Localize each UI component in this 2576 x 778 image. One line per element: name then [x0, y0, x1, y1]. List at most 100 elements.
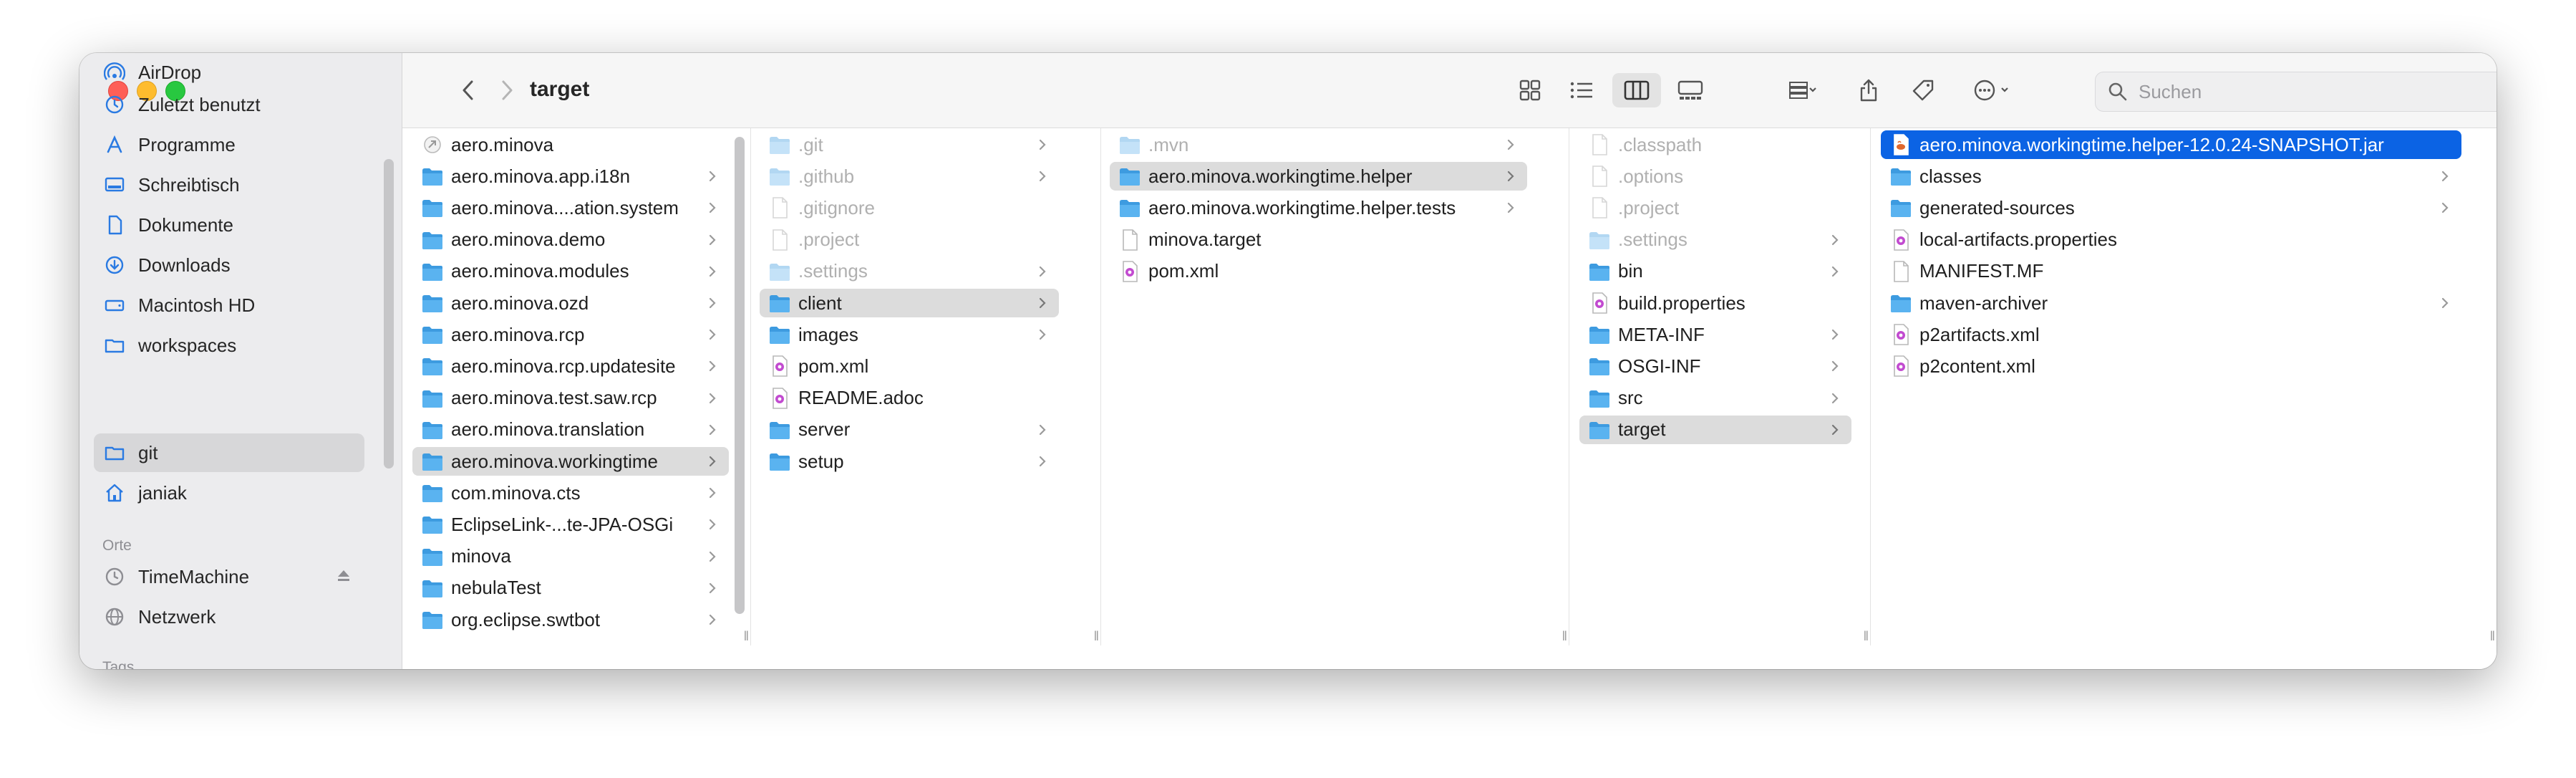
folder-item[interactable]: aero.minova.workingtime: [412, 447, 729, 476]
sidebar-item-downloads[interactable]: Downloads: [94, 246, 364, 284]
file-item[interactable]: aero.minova.workingtime.helper-12.0.24-S…: [1881, 130, 2461, 159]
file-item[interactable]: minova.target: [1110, 226, 1527, 254]
folder-item[interactable]: org.eclipse.swtbot: [412, 605, 729, 634]
column-scrollbar[interactable]: [735, 137, 745, 614]
folder-item[interactable]: aero.minova.demo: [412, 226, 729, 254]
folder-item[interactable]: .git: [760, 130, 1059, 159]
folder-icon: [1589, 231, 1609, 249]
file-item[interactable]: MANIFEST.MF: [1881, 257, 2461, 286]
sidebar-item-workspaces[interactable]: workspaces: [94, 326, 364, 365]
column-resize-handle[interactable]: ‖: [1864, 629, 1869, 644]
file-item[interactable]: pom.xml: [1110, 257, 1527, 286]
sidebar-item-macintosh-hd[interactable]: Macintosh HD: [94, 286, 364, 325]
item-name: aero.minova.workingtime.helper-12.0.24-S…: [1919, 133, 2384, 155]
file-item[interactable]: .project: [760, 226, 1059, 254]
file-item[interactable]: p2content.xml: [1881, 352, 2461, 380]
folder-item[interactable]: aero.minova....ation.system: [412, 193, 729, 222]
folder-icon: [105, 339, 125, 353]
folder-item[interactable]: com.minova.cts: [412, 479, 729, 507]
folder-item[interactable]: bin: [1579, 257, 1851, 286]
sidebar-item-desktop[interactable]: Schreibtisch: [94, 165, 364, 204]
file-item[interactable]: .gitignore: [760, 193, 1059, 222]
folder-item[interactable]: aero.minova.workingtime.helper.tests: [1110, 193, 1527, 222]
back-button[interactable]: [452, 75, 484, 106]
column-view-button[interactable]: [1612, 73, 1661, 107]
sidebar-item-applications[interactable]: Programme: [94, 125, 364, 164]
folder-item[interactable]: generated-sources: [1881, 193, 2461, 222]
folder-item[interactable]: EclipseLink-...te-JPA-OSGi: [412, 510, 729, 539]
folder-item[interactable]: setup: [760, 447, 1059, 476]
icon-view-button[interactable]: [1508, 73, 1552, 107]
folder-item[interactable]: server: [760, 416, 1059, 444]
sidebar-item-documents[interactable]: Dokumente: [94, 206, 364, 244]
apps-icon: [107, 135, 122, 153]
folder-item[interactable]: client: [760, 289, 1059, 317]
share-button[interactable]: [1849, 73, 1889, 107]
sidebar-item-network[interactable]: Netzwerk: [94, 597, 364, 636]
list-view-button[interactable]: [1559, 73, 1604, 107]
forward-button[interactable]: [491, 75, 523, 106]
tags-button[interactable]: [1903, 73, 1943, 107]
file-item[interactable]: .project: [1579, 193, 1851, 222]
chevron-right-icon: [1831, 330, 1839, 340]
column-resize-handle[interactable]: ‖: [1562, 629, 1567, 644]
folder-item[interactable]: aero.minova.modules: [412, 257, 729, 286]
folder-icon: [1589, 327, 1609, 345]
file-item[interactable]: aero.minova: [412, 130, 729, 159]
file-item[interactable]: .classpath: [1579, 130, 1851, 159]
file-item[interactable]: local-artifacts.properties: [1881, 226, 2461, 254]
more-actions-button[interactable]: [1963, 73, 2023, 107]
search-field[interactable]: [2095, 72, 2497, 112]
column-resize-handle[interactable]: ‖: [2490, 629, 2495, 644]
folder-item[interactable]: classes: [1881, 162, 2461, 191]
folder-item[interactable]: minova: [412, 542, 729, 571]
folder-icon: [105, 446, 125, 461]
file-item[interactable]: .options: [1579, 162, 1851, 191]
folder-item[interactable]: target: [1579, 415, 1851, 444]
folder-icon: [1120, 168, 1140, 186]
chevron-right-icon: [709, 582, 716, 593]
item-name: README.adoc: [798, 387, 924, 409]
folder-item[interactable]: aero.minova.app.i18n: [412, 162, 729, 191]
column-resize-handle[interactable]: ‖: [1094, 629, 1099, 644]
sidebar-item-timemachine[interactable]: TimeMachine: [94, 557, 364, 596]
folder-item[interactable]: aero.minova.workingtime.helper: [1110, 162, 1527, 191]
folder-item[interactable]: .settings: [760, 257, 1059, 286]
folder-item[interactable]: .mvn: [1110, 130, 1527, 159]
gallery-view-button[interactable]: [1668, 73, 1713, 107]
sidebar-item-janiak[interactable]: janiak: [94, 474, 364, 512]
folder-item[interactable]: aero.minova.ozd: [412, 289, 729, 317]
folder-item[interactable]: nebulaTest: [412, 574, 729, 602]
eject-icon[interactable]: [336, 567, 352, 583]
folder-item[interactable]: images: [760, 320, 1059, 349]
chevron-right-icon: [709, 456, 716, 467]
group-by-button[interactable]: [1773, 73, 1833, 107]
column-5: aero.minova.workingtime.helper-12.0.24-S…: [1871, 128, 2497, 645]
sidebar-scrollbar[interactable]: [384, 159, 394, 469]
search-input[interactable]: [2137, 80, 2497, 104]
folder-item[interactable]: aero.minova.rcp.updatesite: [412, 352, 729, 380]
item-name: setup: [798, 450, 844, 472]
file-item[interactable]: p2artifacts.xml: [1881, 320, 2461, 349]
folder-item[interactable]: .github: [760, 162, 1059, 191]
folder-item[interactable]: META-INF: [1579, 320, 1851, 349]
folder-item[interactable]: maven-archiver: [1881, 289, 2461, 317]
file-item[interactable]: build.properties: [1579, 289, 1851, 317]
item-name: .project: [1618, 196, 1680, 218]
chevron-right-icon: [502, 80, 513, 100]
folder-item[interactable]: src: [1579, 384, 1851, 413]
folder-item[interactable]: OSGI-INF: [1579, 352, 1851, 380]
column-1: aero.minova aero.minova.app.i18n aero.mino…: [402, 128, 751, 645]
file-item[interactable]: README.adoc: [760, 384, 1059, 413]
item-name: aero.minova.rcp: [451, 323, 585, 345]
grid-icon: [1519, 80, 1541, 101]
sidebar: AirDrop Zuletzt benutzt Programme Schrei…: [79, 53, 402, 669]
folder-item[interactable]: aero.minova.rcp: [412, 320, 729, 349]
column-resize-handle[interactable]: ‖: [744, 629, 749, 644]
folder-item[interactable]: aero.minova.test.saw.rcp: [412, 384, 729, 413]
sidebar-item-git[interactable]: git: [94, 433, 364, 472]
folder-item[interactable]: .settings: [1579, 226, 1851, 254]
sidebar-item-recents[interactable]: Zuletzt benutzt: [94, 85, 364, 124]
folder-item[interactable]: aero.minova.translation: [412, 416, 729, 444]
file-item[interactable]: pom.xml: [760, 352, 1059, 380]
